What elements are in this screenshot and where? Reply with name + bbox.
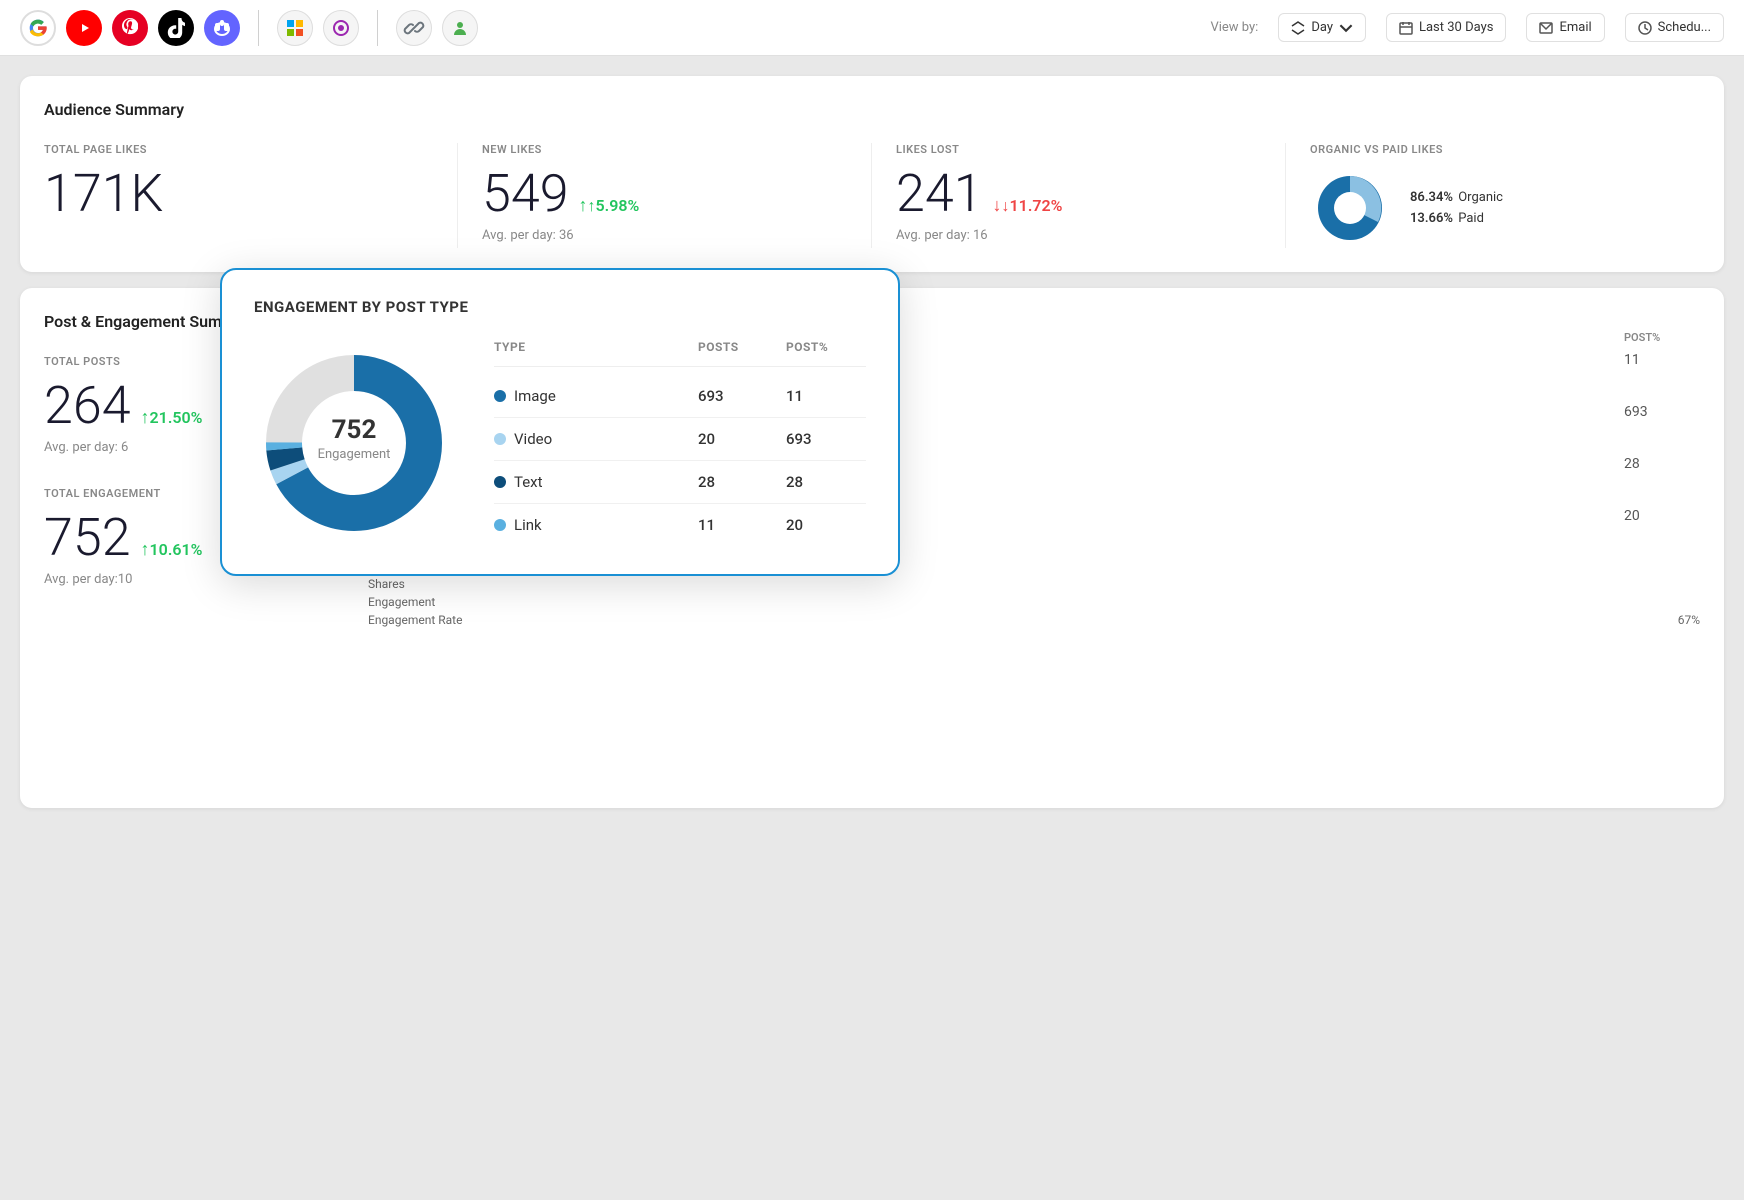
postpct-link: 20 [786, 516, 866, 534]
youtube-icon[interactable] [66, 10, 102, 46]
type-cell-text: Text [494, 473, 690, 491]
svg-text:752: 752 [332, 415, 377, 445]
circle-purple-icon[interactable] [323, 10, 359, 46]
audience-metrics-grid: TOTAL PAGE LIKES 171K NEW LIKES 549 ↑↑5.… [44, 143, 1700, 248]
schedule-label: Schedu... [1658, 20, 1711, 35]
type-label-text: Text [514, 473, 543, 491]
post-engagement-card: Post & Engagement Summary TOTAL POSTS 26… [20, 288, 1724, 808]
total-posts-change: ↑21.50% [141, 407, 203, 428]
total-engagement-value: 752 [44, 512, 131, 564]
posts-video: 20 [698, 430, 778, 448]
postpct-text: 28 [786, 473, 866, 491]
new-likes-value: 549 [482, 168, 569, 220]
likes-lost-metric: LIKES LOST 241 ↓↓11.72% Avg. per day: 16 [872, 143, 1286, 248]
likes-lost-value: 241 [896, 168, 983, 220]
organic-paid-legend: 86.34% Organic 13.66% Paid [1410, 190, 1503, 226]
last30days-label: Last 30 Days [1419, 20, 1493, 35]
nav-divider-1 [258, 10, 259, 46]
dot-text [494, 476, 506, 488]
mastodon-icon[interactable] [204, 10, 240, 46]
platform-icons [20, 10, 478, 46]
dot-image [494, 390, 506, 402]
type-cell-link: Link [494, 516, 690, 534]
sidebar-val-3: 28 [1624, 456, 1724, 472]
donut-chart: 752 Engagement [254, 343, 454, 543]
likes-lost-label: LIKES LOST [896, 143, 1261, 156]
table-row-video: Video 20 693 [494, 418, 866, 461]
windows-icon[interactable] [277, 10, 313, 46]
main-content: Audience Summary TOTAL PAGE LIKES 171K N… [0, 56, 1744, 828]
posts-link: 11 [698, 516, 778, 534]
nav-right-controls: View by: Day Last 30 Days Email Schedu..… [1210, 13, 1724, 42]
likes-lost-avg: Avg. per day: 16 [896, 228, 1261, 243]
type-cell-image: Image [494, 387, 690, 405]
type-cell-video: Video [494, 430, 690, 448]
type-label-image: Image [514, 387, 556, 405]
paid-legend-item: 13.66% Paid [1410, 211, 1503, 226]
total-page-likes-value: 171K [44, 168, 433, 220]
dot-video [494, 433, 506, 445]
new-likes-change: ↑↑5.98% [579, 195, 640, 216]
table-row-image: Image 693 11 [494, 375, 866, 418]
top-navigation: View by: Day Last 30 Days Email Schedu..… [0, 0, 1744, 56]
svg-text:Engagement: Engagement [318, 447, 391, 462]
email-button[interactable]: Email [1526, 13, 1604, 42]
email-label: Email [1559, 20, 1591, 35]
stat-engagement-rate: Engagement Rate67% [368, 611, 1700, 629]
postpct-video: 693 [786, 430, 866, 448]
sidebar-val-2: 693 [1624, 404, 1724, 420]
day-label: Day [1311, 20, 1333, 35]
date-range-selector[interactable]: Last 30 Days [1386, 13, 1506, 42]
pinterest-icon[interactable] [112, 10, 148, 46]
tiktok-icon[interactable] [158, 10, 194, 46]
stat-shares: Shares [368, 575, 1700, 593]
audience-summary-card: Audience Summary TOTAL PAGE LIKES 171K N… [20, 76, 1724, 272]
postpct-image: 11 [786, 387, 866, 405]
dot-link [494, 519, 506, 531]
schedule-button[interactable]: Schedu... [1625, 13, 1724, 42]
organic-paid-label: ORGANIC VS PAID LIKES [1310, 143, 1676, 156]
engagement-modal: ENGAGEMENT BY POST TYPE [220, 268, 900, 576]
sidebar-postpct-label: POST% [1624, 331, 1724, 344]
google-icon[interactable] [20, 10, 56, 46]
new-likes-metric: NEW LIKES 549 ↑↑5.98% Avg. per day: 36 [458, 143, 872, 248]
nav-divider-2 [377, 10, 378, 46]
col-type-header: TYPE [494, 340, 690, 354]
sidebar-val-1: 11 [1624, 352, 1724, 368]
sidebar-post-pct: POST% 11 693 28 20 [1624, 331, 1724, 524]
modal-table: TYPE POSTS POST% Image 693 11 [494, 340, 866, 546]
organic-paid-content: 86.34% Organic 13.66% Paid [1310, 168, 1676, 248]
likes-lost-change: ↓↓11.72% [993, 195, 1063, 216]
day-selector[interactable]: Day [1278, 13, 1366, 42]
total-page-likes-metric: TOTAL PAGE LIKES 171K [44, 143, 458, 248]
posts-text: 28 [698, 473, 778, 491]
col-posts-header: POSTS [698, 340, 778, 354]
modal-title: ENGAGEMENT BY POST TYPE [254, 298, 866, 316]
organic-legend-item: 86.34% Organic [1410, 190, 1503, 205]
total-posts-value: 264 [44, 380, 131, 432]
modal-body: 752 Engagement TYPE POSTS POST% [254, 340, 866, 546]
chain-icon[interactable] [396, 10, 432, 46]
posts-image: 693 [698, 387, 778, 405]
table-row-text: Text 28 28 [494, 461, 866, 504]
new-likes-label: NEW LIKES [482, 143, 847, 156]
total-page-likes-label: TOTAL PAGE LIKES [44, 143, 433, 156]
audience-summary-title: Audience Summary [44, 100, 1700, 119]
type-label-video: Video [514, 430, 552, 448]
new-likes-avg: Avg. per day: 36 [482, 228, 847, 243]
organic-paid-pie [1310, 168, 1390, 248]
person-icon[interactable] [442, 10, 478, 46]
total-engagement-change: ↑10.61% [141, 539, 203, 560]
organic-paid-metric: ORGANIC VS PAID LIKES [1286, 143, 1700, 248]
viewby-label: View by: [1210, 20, 1258, 35]
type-label-link: Link [514, 516, 542, 534]
table-row-link: Link 11 20 [494, 504, 866, 546]
sidebar-val-4: 20 [1624, 508, 1724, 524]
col-postpct-header: POST% [786, 340, 866, 354]
stat-engagement: Engagement [368, 593, 1700, 611]
modal-table-header: TYPE POSTS POST% [494, 340, 866, 367]
